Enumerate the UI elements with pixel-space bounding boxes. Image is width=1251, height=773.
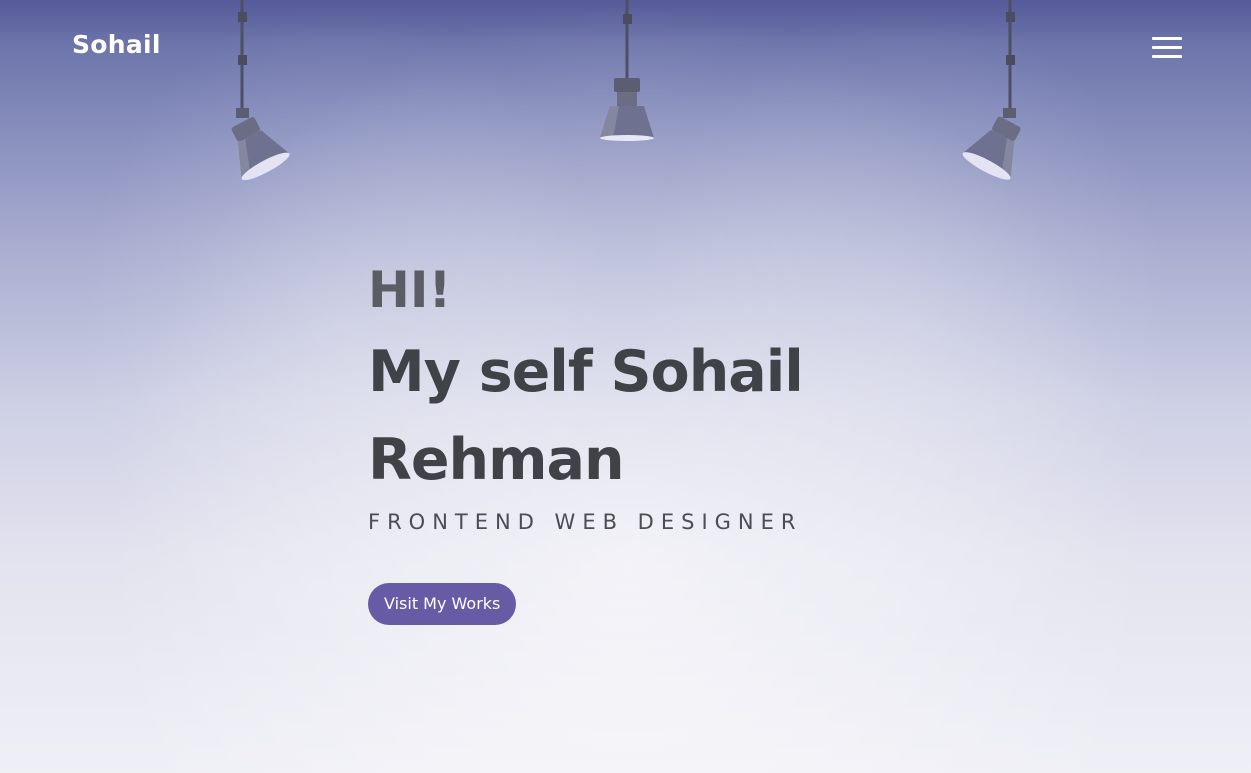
- menu-bar: [1152, 46, 1182, 49]
- spotlight-right-icon: [962, 0, 1021, 180]
- site-logo[interactable]: Sohail: [72, 30, 161, 59]
- spotlight-left-icon: [231, 0, 290, 181]
- hamburger-menu-icon[interactable]: [1150, 36, 1184, 62]
- hero-headline: My self Sohail Rehman: [368, 339, 804, 493]
- hero-section: HI! My self Sohail Rehman FRONTEND WEB D…: [368, 260, 1008, 625]
- menu-bar: [1152, 55, 1182, 58]
- hero-greeting: HI!: [368, 261, 452, 319]
- menu-bar: [1152, 37, 1182, 40]
- visit-works-button[interactable]: Visit My Works: [368, 583, 517, 625]
- spotlight-center-icon: [600, 0, 654, 141]
- hero-subtitle: FRONTEND WEB DESIGNER: [368, 510, 803, 534]
